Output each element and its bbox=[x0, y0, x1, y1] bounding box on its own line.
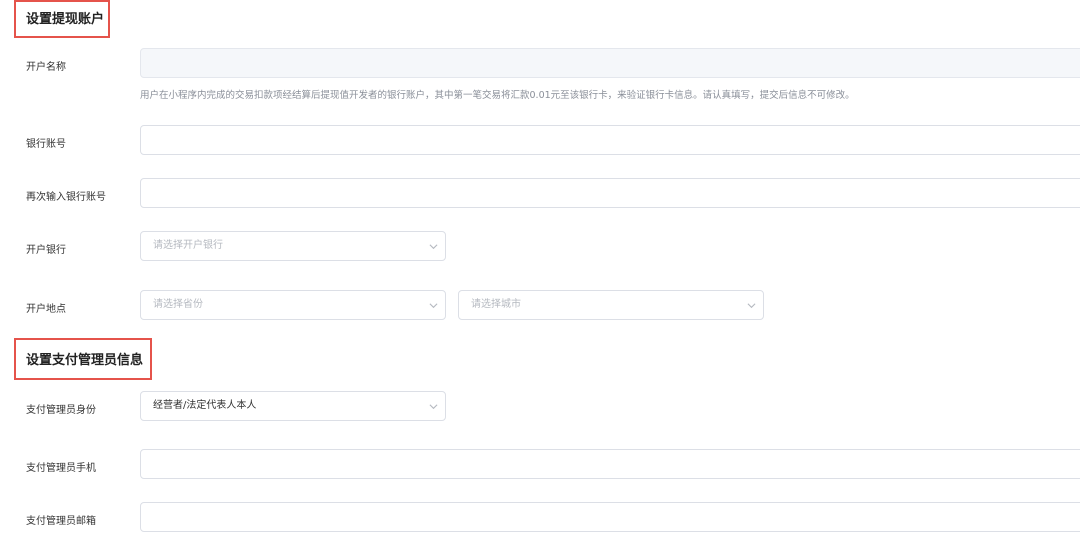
chevron-down-icon bbox=[747, 303, 756, 309]
city-select[interactable]: 请选择城市 bbox=[458, 290, 764, 320]
chevron-down-icon bbox=[429, 303, 438, 309]
bank-select[interactable]: 请选择开户银行 bbox=[140, 231, 446, 261]
chevron-down-icon bbox=[429, 404, 438, 410]
city-select-placeholder: 请选择城市 bbox=[471, 299, 521, 310]
admin-identity-value: 经营者/法定代表人本人 bbox=[153, 400, 257, 411]
account-name-label: 开户名称 bbox=[26, 62, 66, 73]
account-name-field[interactable] bbox=[140, 48, 1080, 78]
account-name-hint: 用户在小程序内完成的交易扣款项经结算后提现值开发者的银行账户，其中第一笔交易将汇… bbox=[140, 90, 855, 101]
province-select-placeholder: 请选择省份 bbox=[153, 299, 203, 310]
bank-select-placeholder: 请选择开户银行 bbox=[153, 240, 223, 251]
withdraw-settings-page: 设置提现账户 开户名称 用户在小程序内完成的交易扣款项经结算后提现值开发者的银行… bbox=[0, 0, 1080, 540]
admin-phone-field[interactable] bbox=[140, 449, 1080, 479]
admin-identity-select[interactable]: 经营者/法定代表人本人 bbox=[140, 391, 446, 421]
admin-identity-label: 支付管理员身份 bbox=[26, 405, 96, 416]
bank-account-confirm-label: 再次输入银行账号 bbox=[26, 192, 106, 203]
chevron-down-icon bbox=[429, 244, 438, 250]
province-select[interactable]: 请选择省份 bbox=[140, 290, 446, 320]
location-label: 开户地点 bbox=[26, 304, 66, 315]
bank-account-label: 银行账号 bbox=[26, 139, 66, 150]
bank-account-confirm-field[interactable] bbox=[140, 178, 1080, 208]
bank-label: 开户银行 bbox=[26, 245, 66, 256]
bank-account-field[interactable] bbox=[140, 125, 1080, 155]
withdraw-section-title: 设置提现账户 bbox=[26, 12, 105, 27]
admin-section-title: 设置支付管理员信息 bbox=[26, 353, 144, 368]
admin-phone-label: 支付管理员手机 bbox=[26, 463, 96, 474]
admin-email-label: 支付管理员邮箱 bbox=[26, 516, 96, 527]
admin-email-field[interactable] bbox=[140, 502, 1080, 532]
